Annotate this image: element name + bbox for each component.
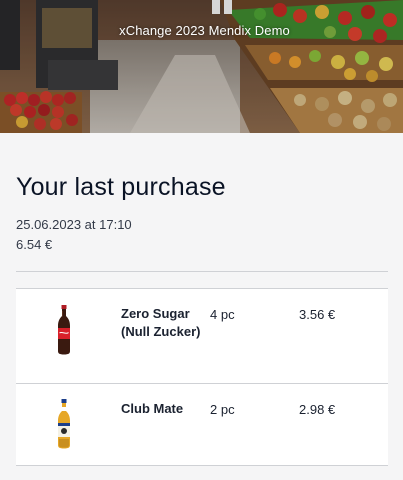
- list-item[interactable]: Zero Sugar (Null Zucker) 4 pc 3.56 €: [16, 288, 388, 383]
- item-quantity: 4 pc: [210, 307, 235, 322]
- banner-title: xChange 2023 Mendix Demo: [119, 23, 290, 38]
- list-item[interactable]: Club Mate 2 pc 2.98 €: [16, 383, 388, 466]
- item-price: 3.56 €: [299, 307, 336, 322]
- purchase-total: 6.54 €: [16, 237, 53, 252]
- header-banner: xChange 2023 Mendix Demo: [0, 0, 403, 133]
- banner-title-wrap: xChange 2023 Mendix Demo: [0, 22, 403, 40]
- supermarket-banner-image: [0, 0, 403, 133]
- purchase-datetime: 25.06.2023 at 17:10: [16, 217, 132, 232]
- item-name: Club Mate: [121, 401, 184, 416]
- item-quantity: 2 pc: [210, 402, 235, 417]
- mate-bottle-icon: [58, 399, 70, 449]
- page-title: Your last purchase: [16, 173, 226, 201]
- item-name: Zero Sugar (Null Zucker): [121, 306, 201, 339]
- item-price: 2.98 €: [299, 402, 336, 417]
- purchase-item-list: Zero Sugar (Null Zucker) 4 pc 3.56 € Clu…: [16, 288, 388, 466]
- section-divider: [16, 271, 388, 272]
- cola-bottle-icon: [58, 305, 70, 355]
- purchase-section: Your last purchase 25.06.2023 at 17:10 6…: [0, 133, 403, 480]
